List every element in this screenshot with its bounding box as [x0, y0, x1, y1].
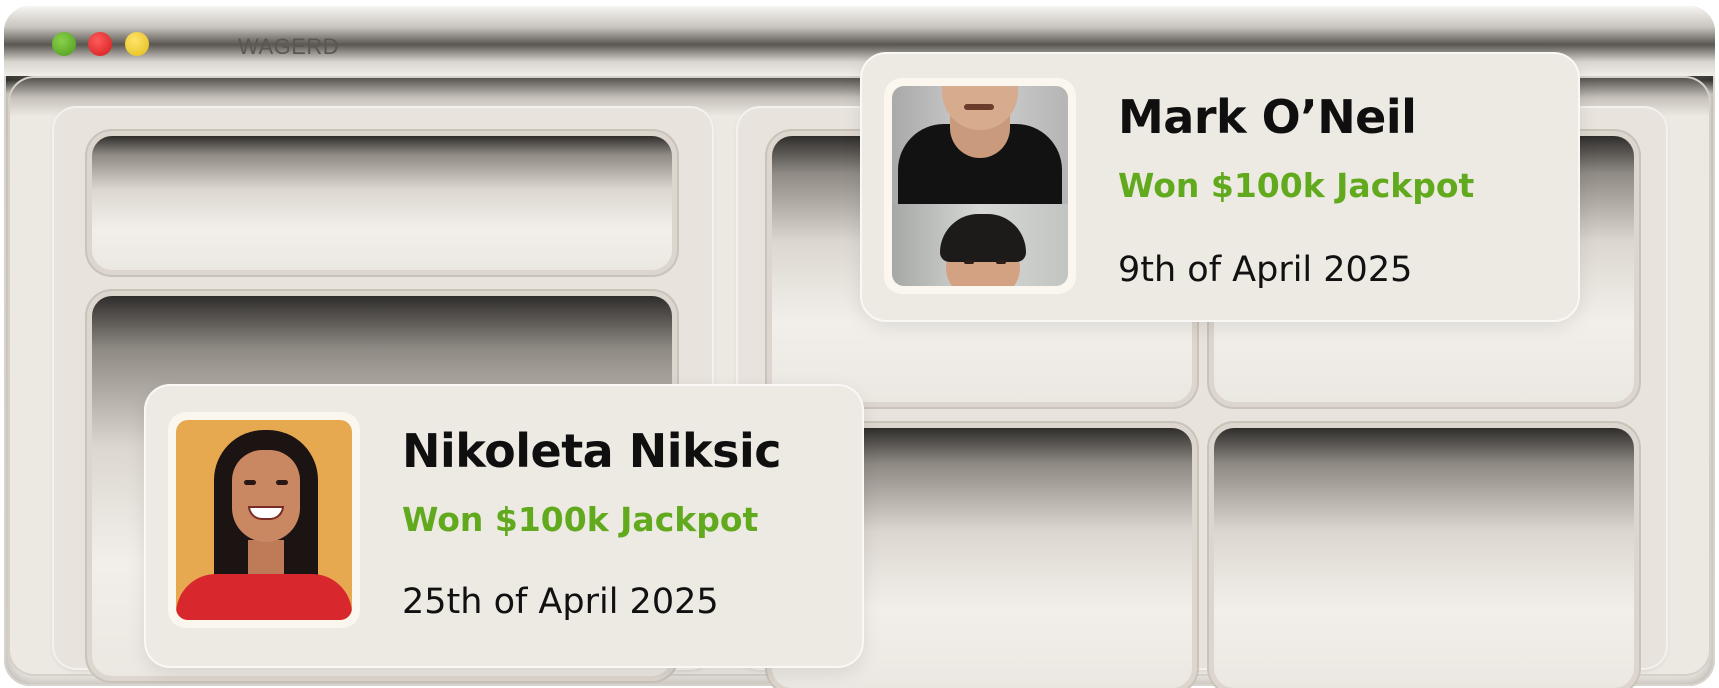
winner-card[interactable]: Nikoleta Niksic Won $100k Jackpot 25th o… [146, 386, 862, 666]
woman-portrait-image [176, 420, 352, 620]
window-title: WAGERD [238, 34, 340, 59]
man-portrait-image [892, 86, 1068, 286]
winner-status: Won $100k Jackpot [1118, 166, 1475, 205]
placeholder-slot [1214, 428, 1634, 688]
minimize-button[interactable] [125, 32, 149, 56]
avatar [168, 412, 360, 628]
winner-card[interactable]: Mark O’Neil Won $100k Jackpot 9th of Apr… [862, 54, 1578, 320]
winner-name: Mark O’Neil [1118, 90, 1417, 144]
winner-name: Nikoleta Niksic [402, 424, 782, 478]
maximize-button[interactable] [52, 32, 76, 56]
placeholder-slot [92, 136, 672, 270]
winner-status: Won $100k Jackpot [402, 500, 759, 539]
close-button[interactable] [88, 32, 112, 56]
avatar [884, 78, 1076, 294]
winner-date: 25th of April 2025 [402, 582, 719, 622]
winner-date: 9th of April 2025 [1118, 250, 1413, 290]
